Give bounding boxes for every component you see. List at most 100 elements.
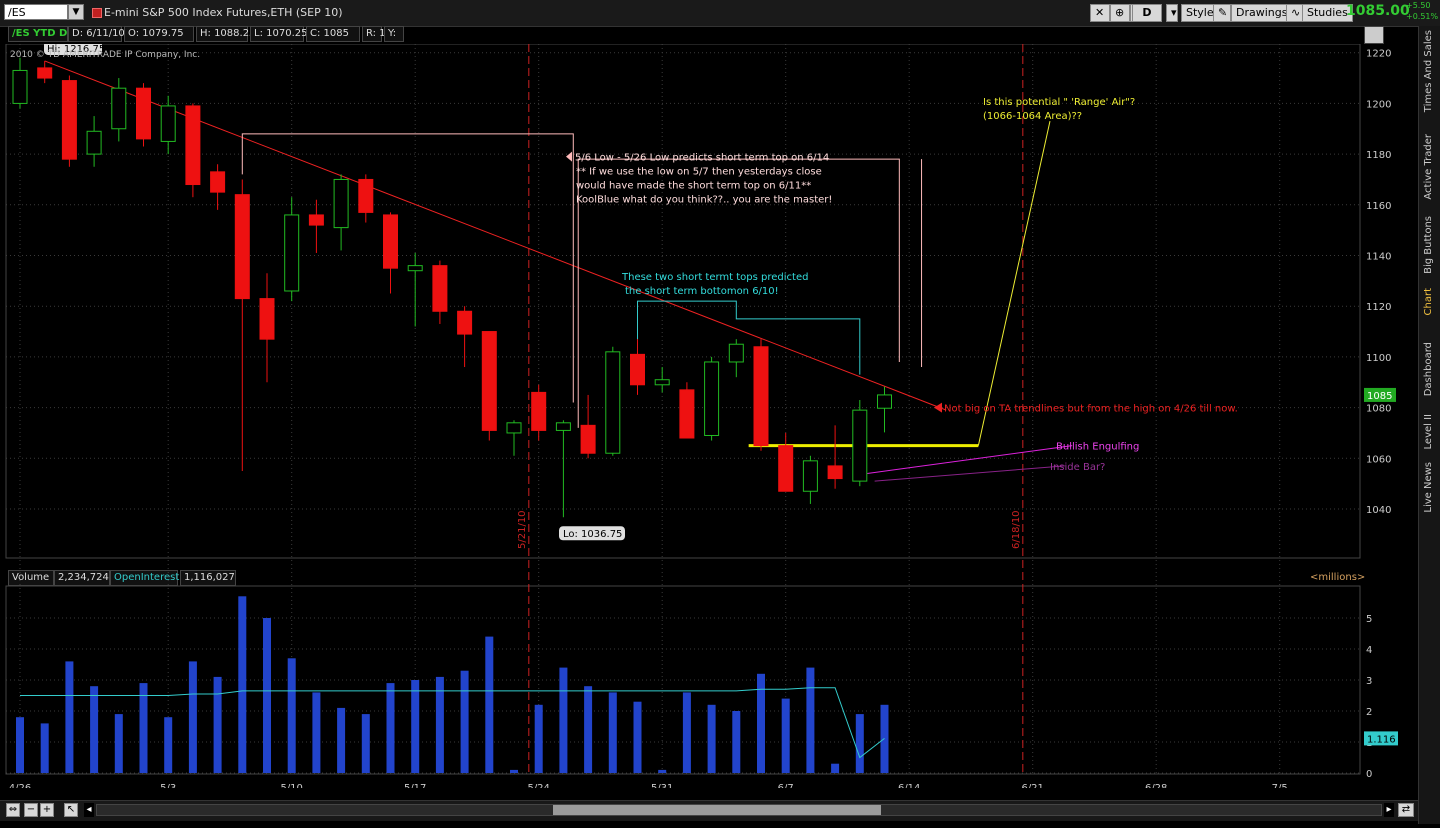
candle-up <box>555 422 571 431</box>
candle-down <box>457 310 473 335</box>
tab-times-and-sales[interactable]: Times And Sales <box>1419 30 1440 128</box>
expand-icon[interactable]: ⇔ <box>6 803 20 817</box>
volume-bar <box>238 596 247 773</box>
price-tick-label: 1160 <box>1366 201 1391 212</box>
drawings-icon[interactable]: ✎ <box>1213 4 1231 22</box>
open-interest-line <box>20 687 885 759</box>
candle-down <box>630 353 645 386</box>
note-arrow-icon <box>566 151 572 162</box>
period-dropdown-icon[interactable]: ▾ <box>1166 4 1178 22</box>
symbol-dropdown-icon[interactable]: ▼ <box>68 4 84 20</box>
copyright-text: 2010 © TD AMERITRADE IP Company, Inc. <box>10 50 200 60</box>
time-tick-label: 5/24 <box>527 783 549 788</box>
volume-tick-label: 2 <box>1366 707 1372 718</box>
candle-down <box>531 391 547 431</box>
tab-active-trader[interactable]: Active Trader <box>1419 134 1440 224</box>
volume-bar <box>164 717 173 773</box>
scroll-right-icon[interactable]: ▸ <box>1384 803 1394 817</box>
candle-up <box>506 422 522 434</box>
candle-down <box>580 424 596 454</box>
range-air-pointer <box>977 121 1051 446</box>
candle-down <box>432 265 448 312</box>
candle-down <box>827 465 843 480</box>
volume-tick-label: 5 <box>1366 614 1372 625</box>
price-tick-label: 1220 <box>1366 49 1391 60</box>
bar-low: L: 1070.25 <box>250 26 307 42</box>
pointer-icon[interactable]: ↖ <box>64 803 78 817</box>
tab-live-news[interactable]: Live News <box>1419 462 1440 530</box>
volume-bar <box>855 714 864 773</box>
candle-down <box>481 331 497 431</box>
volume-bar <box>263 618 271 773</box>
tab-dashboard[interactable]: Dashboard <box>1419 342 1440 420</box>
tab-chart[interactable]: Chart <box>1419 288 1440 348</box>
note1-line: would have made the short term top on 6/… <box>576 181 811 192</box>
last-price: 1085.00 <box>1346 3 1410 19</box>
volume-bar <box>658 769 667 773</box>
candle-up <box>802 460 818 492</box>
drawings-button[interactable]: Drawings <box>1231 4 1293 22</box>
candle-up <box>86 130 102 155</box>
symbol-input[interactable]: /ES <box>4 4 68 20</box>
chart-settings-icon[interactable] <box>1364 26 1384 44</box>
candle-down <box>778 445 794 492</box>
note2-line: the short term bottomon 6/10! <box>625 286 779 297</box>
candle-down <box>136 87 151 140</box>
price-badge: 1085 <box>1367 391 1392 402</box>
volume-bar <box>411 680 420 773</box>
fit-icon[interactable]: ⇄ <box>1398 803 1414 817</box>
volume-bar <box>633 701 642 773</box>
crosshair-icon[interactable]: ✕ <box>1090 4 1110 22</box>
volume-bar <box>65 661 74 773</box>
volume-bar <box>732 711 741 773</box>
candle-up <box>654 379 670 386</box>
zoom-out-icon[interactable]: − <box>24 803 38 817</box>
period-button[interactable]: D <box>1132 4 1162 22</box>
scrollbar-thumb[interactable] <box>553 805 881 815</box>
volume-bar <box>114 714 123 773</box>
candle-down <box>358 178 374 213</box>
chart-area[interactable]: 1040 1060 1080 1100 1120 1140 1160 1180 1200 1220… <box>0 44 1418 788</box>
annotations: Hi: 1216.75Lo: 1036.755/6 Low - 5/26 Low… <box>44 44 1398 746</box>
candle-up <box>333 178 349 229</box>
note3-line: Is this potential " 'Range' Air"? <box>983 97 1135 108</box>
candle-down <box>259 298 275 340</box>
volume-bar <box>510 769 518 773</box>
zoom-in-icon[interactable]: + <box>40 803 54 817</box>
note1-line: 5/6 Low - 5/26 Low predicts short term t… <box>575 153 829 164</box>
tab-level-ii[interactable]: Level II <box>1419 414 1440 466</box>
date-marker-label: 6/18/10 <box>1011 510 1022 549</box>
note1-line: KoolBlue what do you think??.. you are t… <box>576 195 832 206</box>
candle-up <box>111 87 127 130</box>
volume-bar <box>707 704 716 773</box>
inside-bar-label: Inside Bar? <box>1050 462 1105 473</box>
zoom-icon[interactable]: ⊕ <box>1110 4 1130 22</box>
instrument-icon <box>92 8 102 18</box>
candle-up <box>728 343 744 363</box>
price-tick-label: 1120 <box>1366 302 1391 313</box>
side-tabs: Times And Sales Active Trader Big Button… <box>1418 26 1440 824</box>
volume-tick-label: 3 <box>1366 676 1372 687</box>
chart-symbol-label: /ES YTD D <box>8 26 68 42</box>
chart-title: E-mini S&P 500 Index Futures,ETH (SEP 10… <box>104 6 343 19</box>
scroll-left-icon[interactable]: ◂ <box>84 803 94 817</box>
volume-bar <box>460 670 469 773</box>
volume-bar <box>312 692 321 773</box>
volume-bar <box>608 692 617 773</box>
volume-tick-label: 4 <box>1366 645 1372 656</box>
note2-line: These two short termt tops predicted <box>621 272 808 283</box>
time-tick-label: 5/10 <box>280 783 302 788</box>
open-interest-line <box>20 687 885 759</box>
time-tick-label: 5/17 <box>404 783 426 788</box>
bar-date: D: 6/11/10 <box>68 26 125 42</box>
candle-down <box>210 171 226 193</box>
time-tick-label: 6/21 <box>1021 783 1043 788</box>
volume-bar <box>337 707 346 773</box>
volume-bar <box>139 683 148 773</box>
note1-line: ** If we use the low on 5/7 then yesterd… <box>576 167 822 178</box>
volume-bar <box>831 763 840 773</box>
time-tick-label: 7/5 <box>1272 783 1288 788</box>
price-tick-label: 1180 <box>1366 150 1391 161</box>
volume-bar <box>40 723 49 773</box>
low-label: Lo: 1036.75 <box>563 529 622 540</box>
